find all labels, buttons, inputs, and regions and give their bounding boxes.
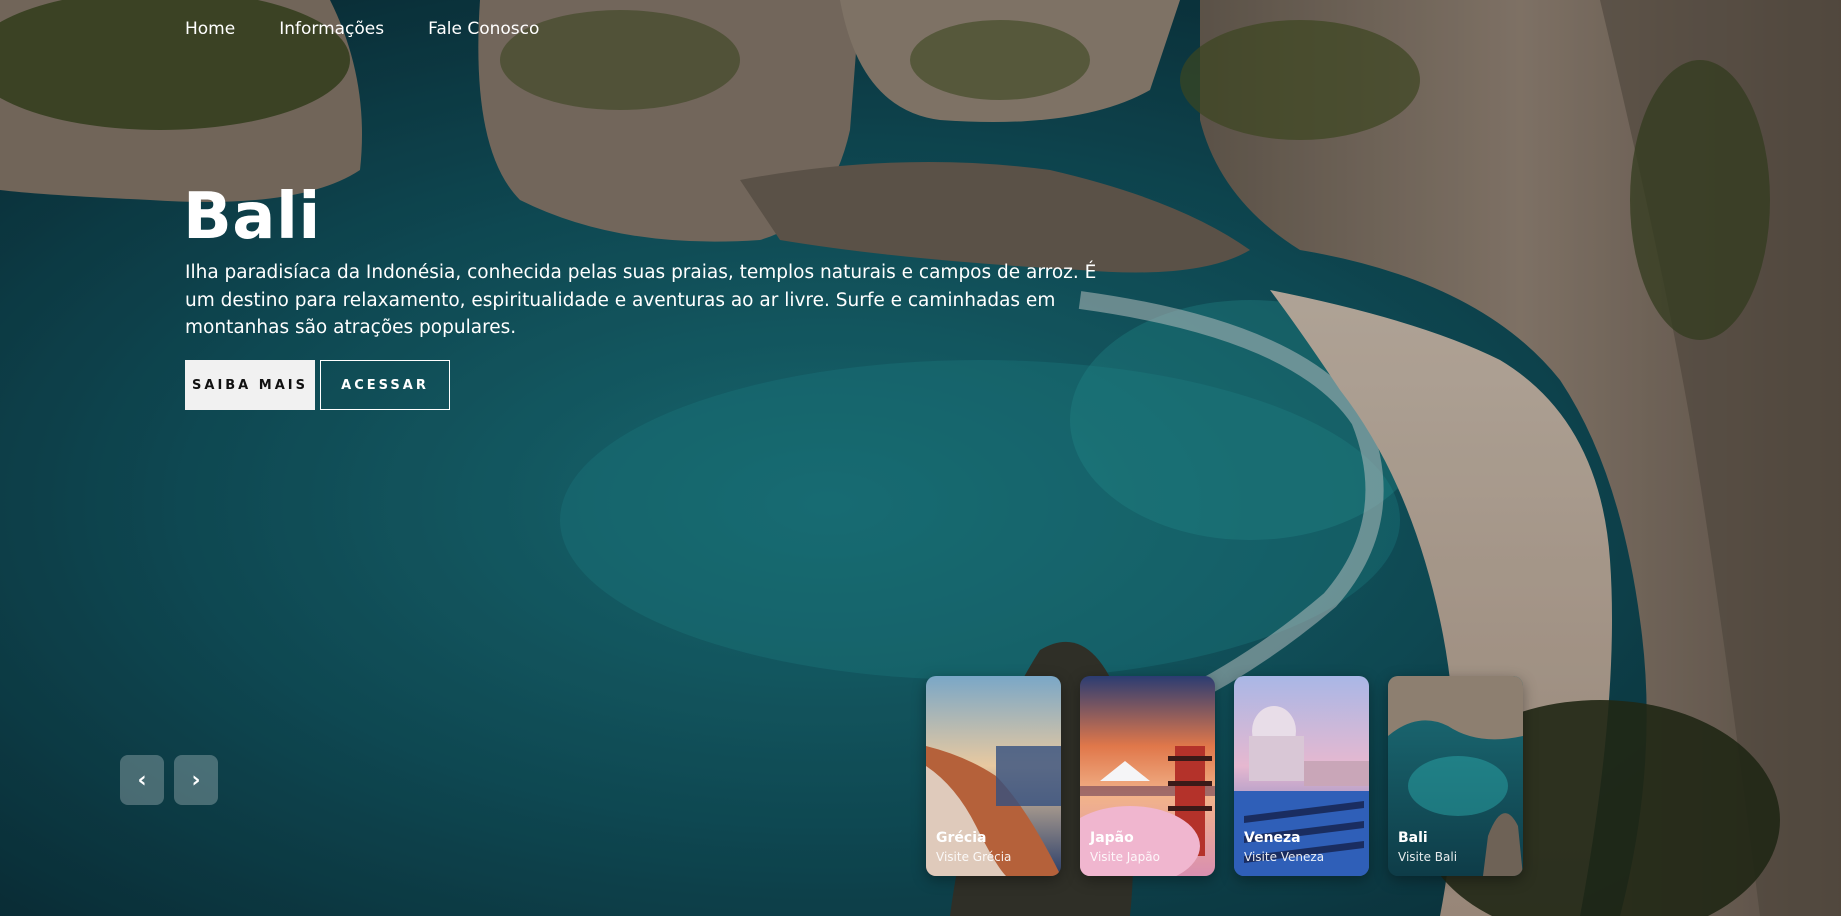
card-japao-title: Japão [1090, 830, 1134, 846]
hero-background-image [0, 0, 1841, 916]
card-veneza-subtitle: Visite Veneza [1244, 850, 1325, 864]
hero-title: Bali [183, 180, 321, 254]
card-bali-title: Bali [1398, 830, 1428, 846]
card-grecia-subtitle: Visite Grécia [936, 850, 1012, 864]
nav-home-link[interactable]: Home [185, 19, 235, 39]
carousel-prev-button[interactable]: ‹ [120, 755, 164, 805]
nav-fale-conosco-link[interactable]: Fale Conosco [428, 19, 539, 39]
card-bali-image [1388, 676, 1523, 876]
chevron-left-icon: ‹ [137, 767, 147, 793]
main-nav: Home Informações Fale Conosco [185, 19, 539, 39]
card-grecia-title: Grécia [936, 830, 987, 846]
card-veneza[interactable]: Veneza Visite Veneza [1234, 676, 1369, 876]
card-veneza-image [1234, 676, 1369, 876]
carousel-next-button[interactable]: › [174, 755, 218, 805]
card-grecia-image [926, 676, 1061, 876]
hero-description: Ilha paradisíaca da Indonésia, conhecida… [185, 262, 1097, 338]
card-bali[interactable]: Bali Visite Bali [1388, 676, 1523, 876]
chevron-right-icon: › [191, 767, 201, 793]
destination-cards: Grécia Visite Grécia Japão Visite Japão [926, 676, 1523, 876]
card-veneza-title: Veneza [1244, 830, 1301, 846]
card-bali-subtitle: Visite Bali [1398, 850, 1458, 864]
card-japao-image [1080, 676, 1215, 876]
acessar-button[interactable]: ACESSAR [320, 360, 450, 410]
card-grecia[interactable]: Grécia Visite Grécia [926, 676, 1061, 876]
saiba-mais-button[interactable]: SAIBA MAIS [185, 360, 315, 410]
nav-informacoes-link[interactable]: Informações [279, 19, 384, 39]
card-japao[interactable]: Japão Visite Japão [1080, 676, 1215, 876]
card-japao-subtitle: Visite Japão [1090, 850, 1160, 864]
